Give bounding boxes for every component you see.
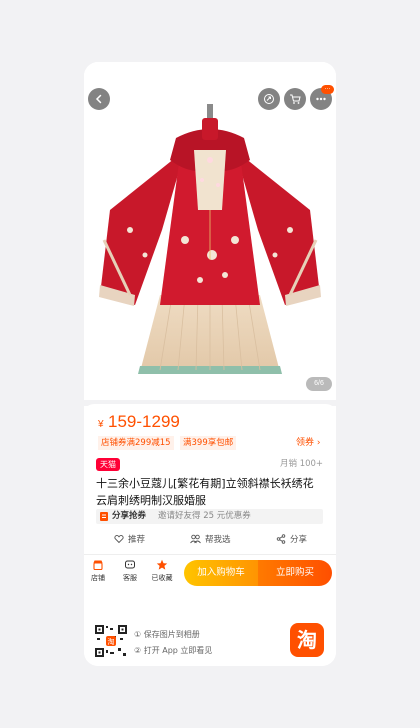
share-coupon-desc: 邀请好友得 25 元优惠券 bbox=[158, 511, 251, 521]
recommend-button[interactable]: 推荐 bbox=[114, 530, 145, 548]
share-icon bbox=[276, 534, 286, 544]
product-info: ¥ 159-1299 店铺券满299减15 满399享包邮 领券 › 天猫 月销… bbox=[84, 404, 336, 554]
open-app-step: ② 打开 App 立即看见 bbox=[134, 646, 213, 655]
more-dots-icon bbox=[316, 97, 326, 101]
bottom-action-bar: 店铺 客服 已收藏 加入购物车 立即购买 bbox=[84, 554, 336, 594]
share-arrow-icon bbox=[264, 94, 274, 104]
share-coupon-label: 分享抢券 bbox=[112, 511, 147, 521]
recommend-label: 推荐 bbox=[128, 535, 146, 545]
favorite-button[interactable]: 已收藏 bbox=[147, 559, 177, 589]
back-button[interactable] bbox=[88, 88, 110, 110]
taobao-logo: 淘 bbox=[290, 623, 324, 657]
svg-text:淘: 淘 bbox=[108, 637, 115, 646]
share-coupon-bar[interactable]: 分享抢券 邀请好友得 25 元优惠券 bbox=[96, 509, 323, 524]
product-title: 十三余小豆蔻儿[繁花有期]立领斜襟长袄绣花云肩刺绣明制汉服婚服 bbox=[96, 477, 314, 507]
share-label: 分享 bbox=[290, 535, 308, 545]
chevron-left-icon bbox=[95, 94, 102, 104]
image-counter: 6/6 bbox=[306, 377, 332, 391]
help-choose-button[interactable]: 帮我选 bbox=[190, 530, 231, 548]
cart-icon bbox=[290, 94, 301, 104]
heart-icon bbox=[114, 535, 124, 544]
save-image-step: ① 保存图片到相册 bbox=[134, 630, 200, 639]
favorite-label: 已收藏 bbox=[151, 574, 173, 582]
star-icon bbox=[156, 559, 168, 570]
people-icon bbox=[190, 534, 201, 544]
currency-symbol: ¥ bbox=[98, 419, 104, 430]
cart-button[interactable] bbox=[284, 88, 306, 110]
claim-coupon-link[interactable]: 领券 › bbox=[296, 436, 320, 450]
gift-icon bbox=[100, 512, 108, 521]
monthly-sales: 月销 100+ bbox=[280, 459, 324, 469]
store-icon bbox=[93, 560, 103, 571]
qr-code: 淘 bbox=[94, 624, 128, 658]
free-shipping-tag[interactable]: 满399享包邮 bbox=[180, 436, 237, 450]
service-button[interactable]: 客服 bbox=[115, 559, 145, 589]
product-card: ··· 6/6 ¥ 159-1299 店铺券满299减15 满399享包邮 领券… bbox=[84, 62, 336, 666]
service-label: 客服 bbox=[123, 574, 137, 582]
store-label: 店铺 bbox=[91, 574, 105, 582]
share-button[interactable] bbox=[258, 88, 280, 110]
qr-footer: 淘 ① 保存图片到相册 ② 打开 App 立即看见 淘 bbox=[84, 594, 336, 666]
add-to-cart-button[interactable]: 加入购物车 bbox=[184, 560, 258, 586]
store-coupon-tag[interactable]: 店铺券满299减15 bbox=[98, 436, 174, 450]
buy-now-button[interactable]: 立即购买 bbox=[258, 560, 332, 586]
chat-icon bbox=[125, 560, 135, 569]
share-action-button[interactable]: 分享 bbox=[276, 530, 307, 548]
tmall-badge: 天猫 bbox=[96, 458, 120, 471]
price: ¥ 159-1299 bbox=[98, 412, 180, 432]
action-row: 推荐 帮我选 分享 bbox=[84, 530, 336, 548]
product-image[interactable] bbox=[90, 90, 330, 390]
help-choose-label: 帮我选 bbox=[205, 535, 231, 545]
store-button[interactable]: 店铺 bbox=[84, 559, 113, 589]
price-value: 159-1299 bbox=[108, 412, 180, 431]
image-gallery[interactable]: ··· 6/6 bbox=[84, 62, 336, 400]
message-badge: ··· bbox=[321, 85, 334, 94]
